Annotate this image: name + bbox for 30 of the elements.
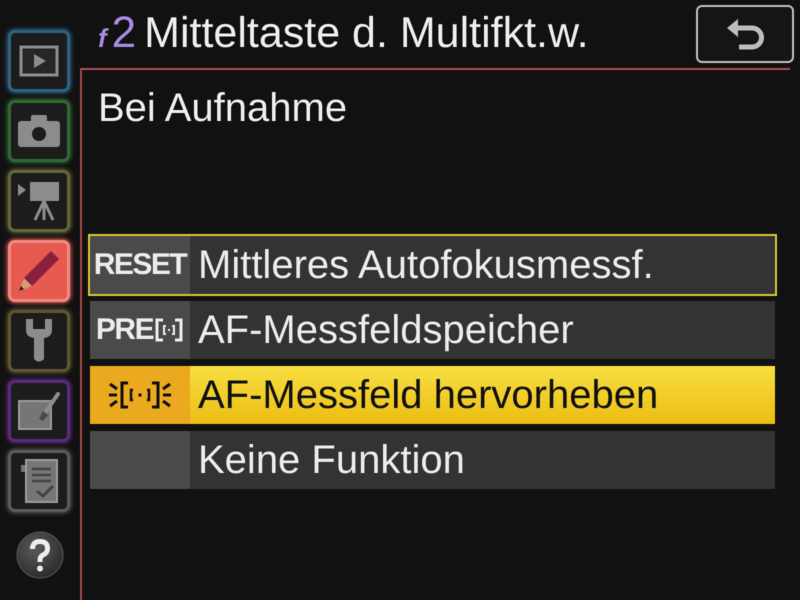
section-heading: Bei Aufnahme (98, 85, 348, 132)
menu-tab[interactable] (8, 30, 70, 92)
menu-tab[interactable] (8, 310, 70, 372)
prefix-label: RESET (94, 247, 186, 283)
menu-tab[interactable] (8, 240, 70, 302)
bracket-icon (154, 317, 184, 343)
option-label: Mittleres Autofokusmessf. (198, 242, 654, 289)
menu-code: f2 (98, 8, 136, 58)
prefix-label: PRE (96, 312, 154, 348)
menu-option[interactable]: RESET Mittleres Autofokusmessf. (88, 234, 777, 296)
movie-camera-icon (17, 181, 61, 221)
option-label: Keine Funktion (198, 437, 465, 484)
menu-tab[interactable] (8, 380, 70, 442)
option-label: AF-Messfeldspeicher (198, 307, 574, 354)
camera-icon (17, 114, 61, 148)
menu-tab[interactable] (8, 170, 70, 232)
menu-option[interactable]: PRE AF-Messfeldspeicher (88, 299, 777, 361)
help-icon[interactable] (16, 531, 64, 579)
back-button[interactable] (696, 5, 794, 63)
playback-icon (19, 45, 59, 77)
menu-option[interactable]: AF-Messfeld hervorheben (88, 364, 777, 426)
checklist-icon (19, 459, 59, 503)
pencil-icon (18, 250, 60, 292)
menu-title: Mitteltaste d. Multifkt.w. (144, 8, 589, 58)
option-label: AF-Messfeld hervorheben (198, 372, 658, 419)
return-arrow-icon (725, 17, 765, 51)
menu-tab[interactable] (8, 450, 70, 512)
brush-picture-icon (17, 391, 61, 431)
menu-option[interactable]: Keine Funktion (88, 429, 777, 491)
menu-tab[interactable] (8, 100, 70, 162)
